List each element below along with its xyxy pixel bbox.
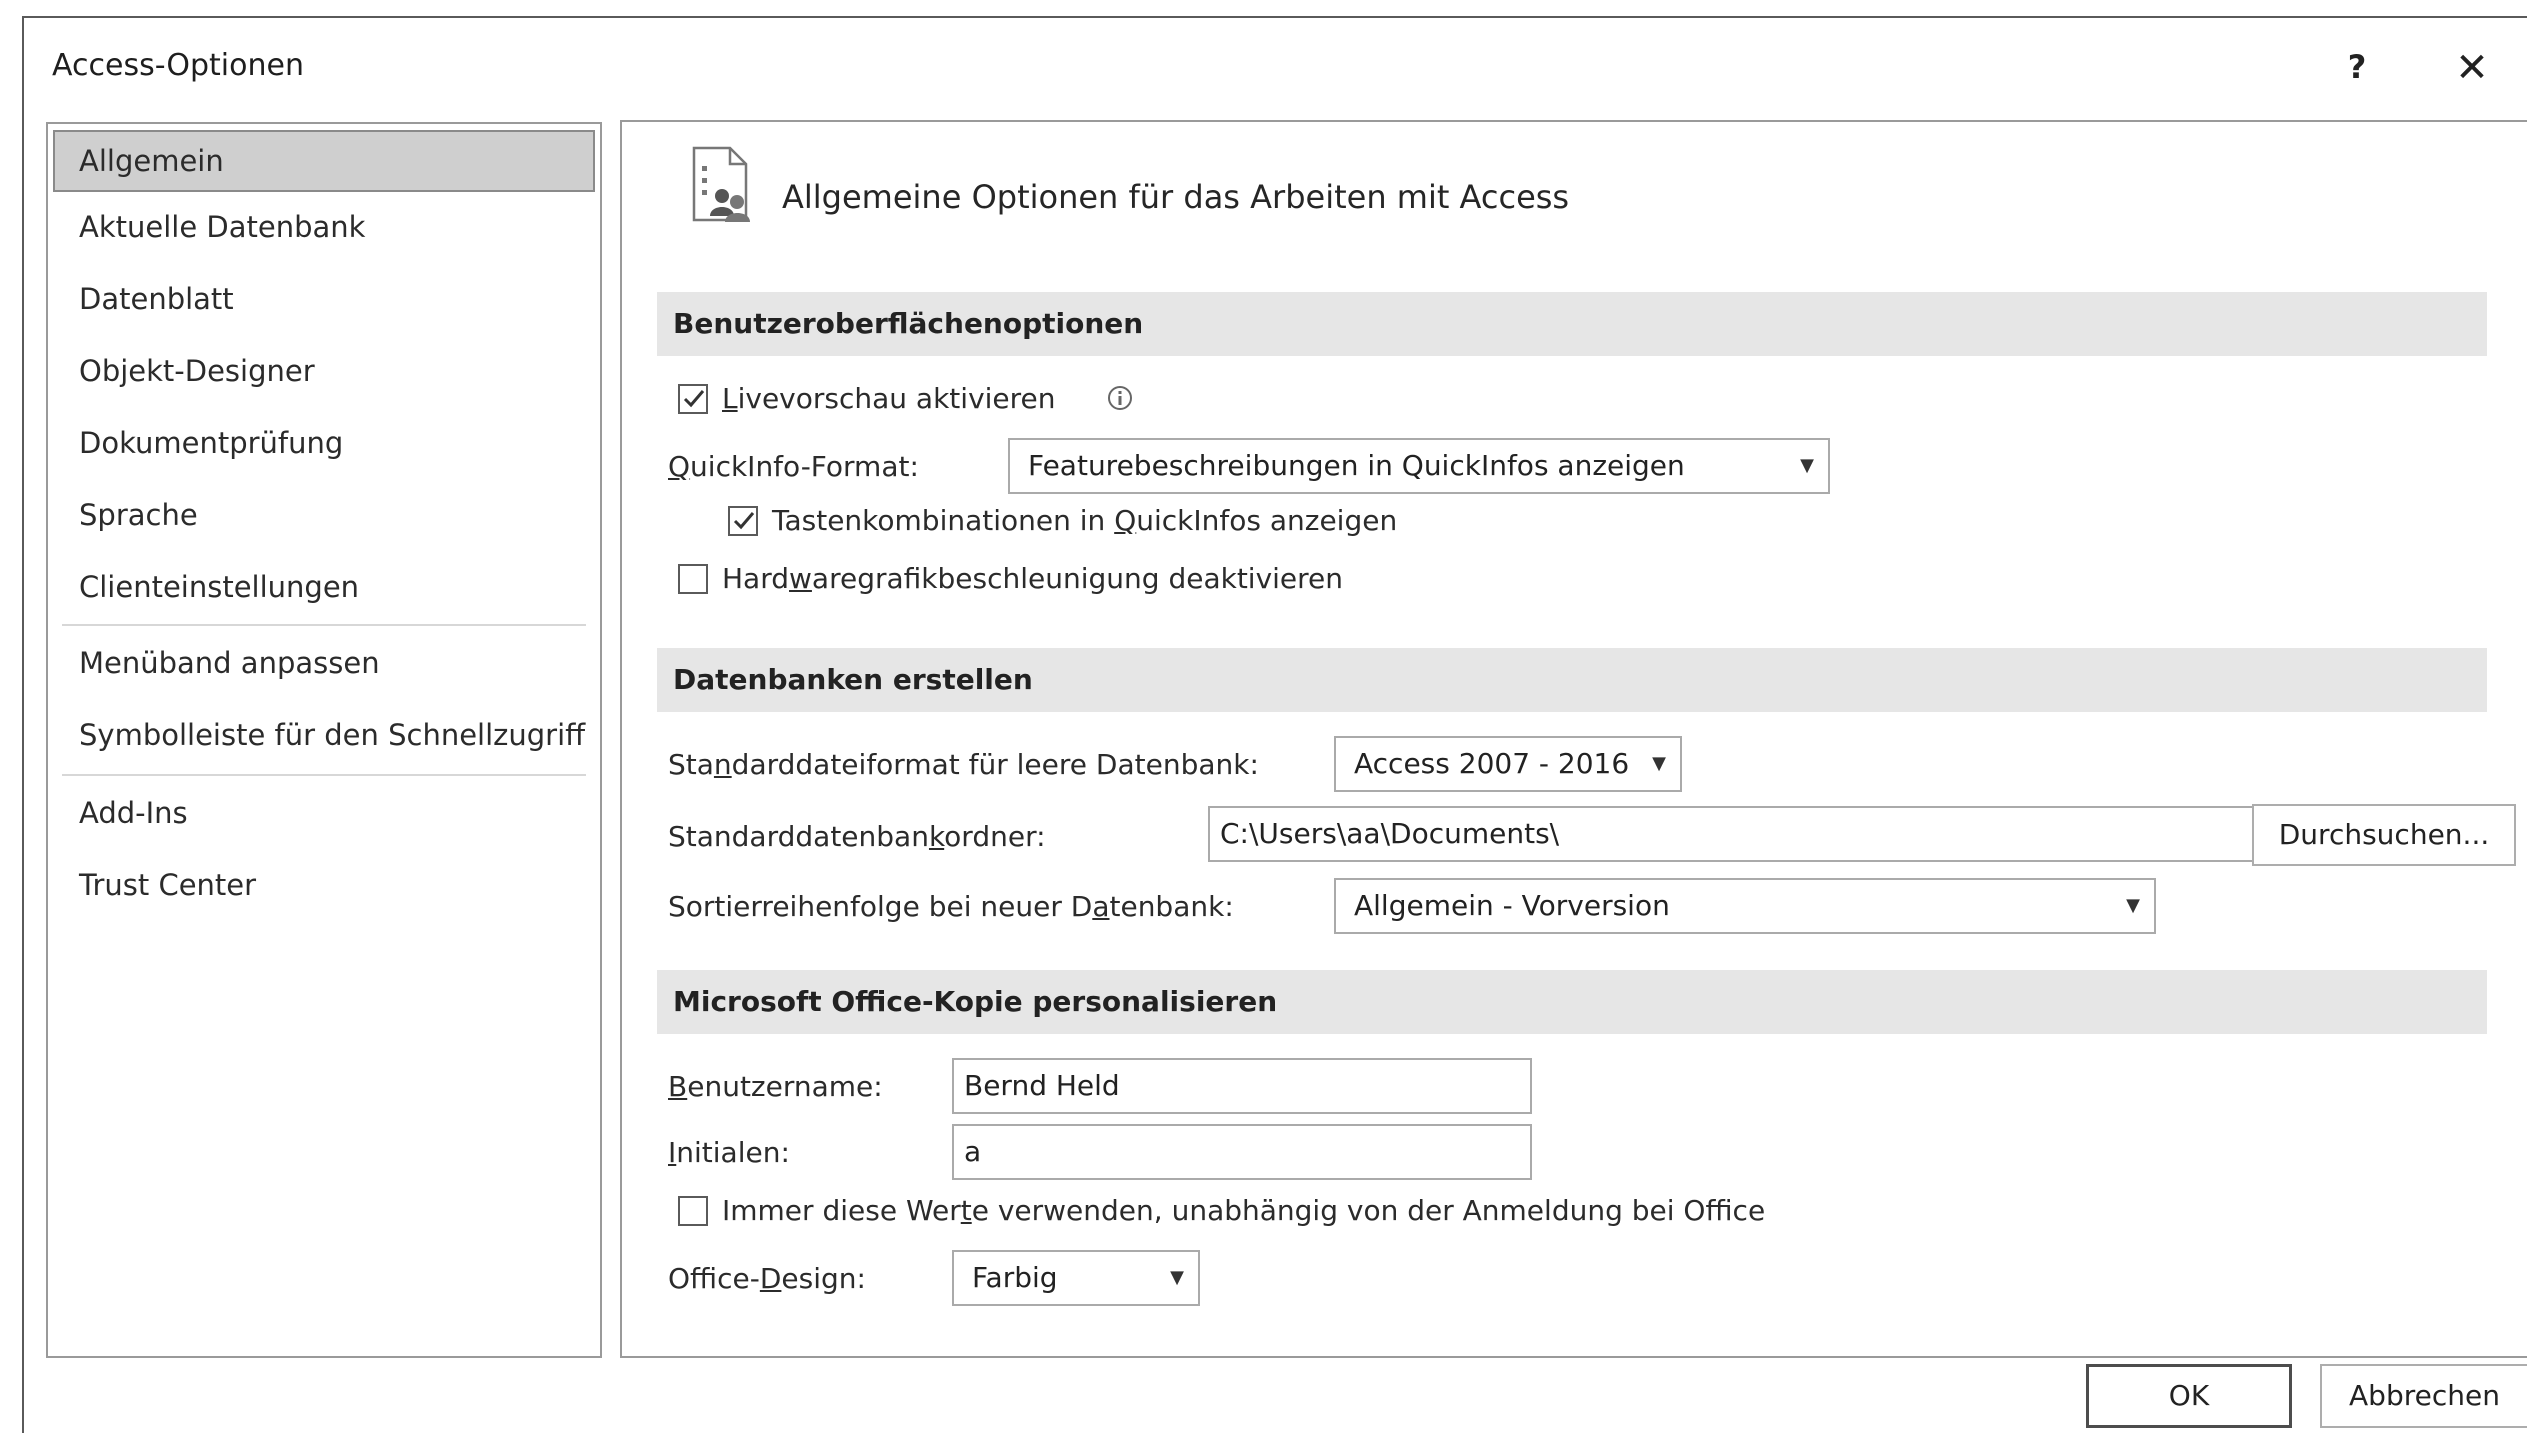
nav-item-clienteinstellungen[interactable]: Clienteinstellungen — [53, 556, 595, 618]
always-use-label: Immer diese Werte verwenden, unabhängig … — [722, 1194, 1766, 1227]
section-ui-options: Benutzeroberflächenoptionen — [657, 292, 2487, 356]
nav-item-add-ins[interactable]: Add-Ins — [53, 782, 595, 844]
close-button[interactable]: ✕ — [2437, 40, 2507, 96]
chevron-down-icon: ▼ — [1170, 1267, 1184, 1288]
initials-input[interactable]: a — [952, 1124, 1532, 1180]
shortcut-keys-label: Tastenkombinationen in QuickInfos anzeig… — [772, 504, 1398, 537]
file-format-select[interactable]: Access 2007 - 2016 ▼ — [1334, 736, 1682, 792]
help-button[interactable]: ? — [2327, 42, 2387, 92]
section-personalize: Microsoft Office-Kopie personalisieren — [657, 970, 2487, 1034]
live-preview-label: Livevorschau aktivieren — [722, 382, 1056, 415]
dialog-title: Access-Optionen — [52, 48, 304, 83]
ok-button[interactable]: OK — [2086, 1364, 2292, 1428]
sort-order-label: Sortierreihenfolge bei neuer Datenbank: — [668, 890, 1234, 923]
file-format-label: Standarddateiformat für leere Datenbank: — [668, 748, 1259, 781]
category-nav: Allgemein Aktuelle Datenbank Datenblatt … — [46, 122, 602, 1358]
nav-item-objekt-designer[interactable]: Objekt-Designer — [53, 340, 595, 402]
options-content: Allgemeine Optionen für das Arbeiten mit… — [620, 120, 2527, 1358]
initials-label: Initialen: — [668, 1136, 790, 1169]
info-icon[interactable] — [1106, 384, 1134, 412]
nav-item-menueband-anpassen[interactable]: Menüband anpassen — [53, 632, 595, 694]
checkmark-icon — [733, 512, 755, 530]
office-design-label: Office-Design: — [668, 1262, 866, 1295]
username-input[interactable]: Bernd Held — [952, 1058, 1532, 1114]
shortcut-keys-checkbox[interactable] — [728, 506, 758, 536]
nav-item-aktuelle-datenbank[interactable]: Aktuelle Datenbank — [53, 196, 595, 258]
nav-item-dokumentpruefung[interactable]: Dokumentprüfung — [53, 412, 595, 474]
section-create-db: Datenbanken erstellen — [657, 648, 2487, 712]
nav-item-trust-center[interactable]: Trust Center — [53, 854, 595, 916]
nav-item-schnellzugriff[interactable]: Symbolleiste für den Schnellzugriff — [53, 704, 595, 766]
hw-accel-checkbox[interactable] — [678, 564, 708, 594]
close-icon: ✕ — [2455, 45, 2489, 91]
office-design-select[interactable]: Farbig ▼ — [952, 1250, 1200, 1306]
db-folder-label: Standarddatenbankordner: — [668, 820, 1046, 853]
hw-accel-label: Hardwaregrafikbeschleunigung deaktiviere… — [722, 562, 1344, 595]
nav-item-sprache[interactable]: Sprache — [53, 484, 595, 546]
checkmark-icon — [683, 390, 705, 408]
tooltip-format-label: QuickInfo-Format: — [668, 450, 919, 483]
nav-separator — [62, 624, 586, 626]
cancel-button[interactable]: Abbrechen — [2320, 1364, 2527, 1428]
nav-item-datenblatt[interactable]: Datenblatt — [53, 268, 595, 330]
nav-item-allgemein[interactable]: Allgemein — [53, 130, 595, 192]
title-bar: Access-Optionen ? ✕ — [24, 18, 2527, 108]
page-title: Allgemeine Optionen für das Arbeiten mit… — [782, 178, 1570, 216]
browse-button[interactable]: Durchsuchen... — [2252, 804, 2516, 866]
always-use-checkbox[interactable] — [678, 1196, 708, 1226]
general-options-icon — [692, 146, 750, 222]
chevron-down-icon: ▼ — [1652, 753, 1666, 774]
chevron-down-icon: ▼ — [2126, 895, 2140, 916]
options-dialog: Access-Optionen ? ✕ Allgemein Aktuelle D… — [22, 16, 2527, 1433]
chevron-down-icon: ▼ — [1800, 455, 1814, 476]
sort-order-select[interactable]: Allgemein - Vorversion ▼ — [1334, 878, 2156, 934]
nav-separator — [62, 774, 586, 776]
live-preview-checkbox[interactable] — [678, 384, 708, 414]
tooltip-format-select[interactable]: Featurebeschreibungen in QuickInfos anze… — [1008, 438, 1830, 494]
username-label: Benutzername: — [668, 1070, 883, 1103]
db-folder-input[interactable]: C:\Users\aa\Documents\ — [1208, 806, 2256, 862]
